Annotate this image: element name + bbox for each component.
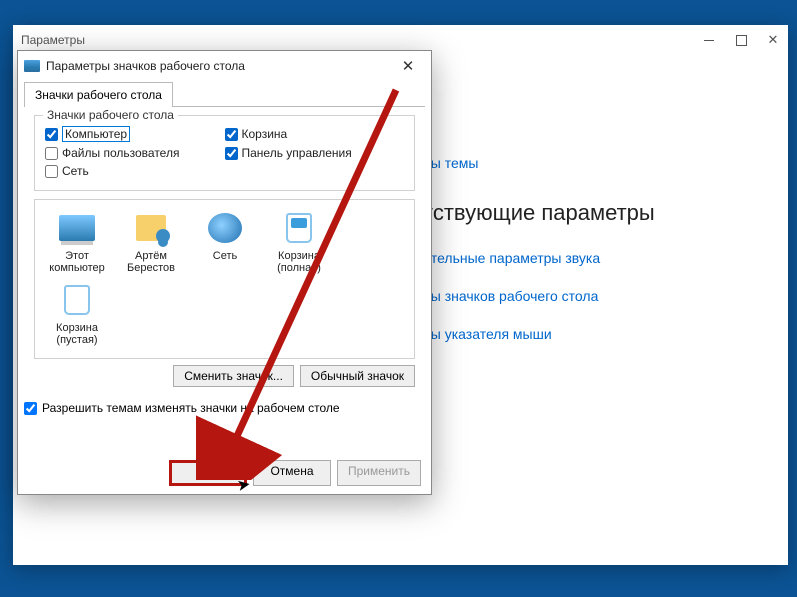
related-links: ительные параметры звука ры значков рабо… — [423, 250, 758, 342]
icon-bin-empty[interactable]: Корзина (пустая) — [41, 282, 113, 348]
mouse-pointer-settings-link[interactable]: ры указателя мыши — [423, 326, 758, 342]
tab-panel: Значки рабочего стола Компьютер Корзина … — [24, 106, 425, 393]
apply-button: Применить — [337, 460, 421, 486]
recycle-full-icon — [286, 213, 312, 243]
allow-themes-checkbox[interactable] — [24, 402, 37, 415]
icon-network[interactable]: Сеть — [189, 210, 261, 276]
icon-preview-area: Этот компьютер Артём Берестов Сеть Корзи… — [34, 199, 415, 359]
chk-userfiles-label: Файлы пользователя — [62, 146, 179, 160]
allow-themes-label: Разрешить темам изменять значки на рабоч… — [42, 401, 340, 415]
chk-network[interactable]: Сеть — [45, 162, 225, 180]
allow-themes-row[interactable]: Разрешить темам изменять значки на рабоч… — [24, 401, 431, 415]
close-icon[interactable]: ✕ — [766, 33, 780, 47]
dialog-buttons: OK Отмена Применить — [169, 460, 421, 486]
checkbox-grid: Компьютер Корзина Файлы пользователя Пан… — [45, 124, 404, 180]
parent-title: Параметры — [21, 33, 702, 47]
icon-user[interactable]: Артём Берестов — [115, 210, 187, 276]
icon-bin-full[interactable]: Корзина (полная) — [263, 210, 335, 276]
desktop-icon-settings-link[interactable]: ры значков рабочего стола — [423, 288, 758, 304]
chk-network-box[interactable] — [45, 165, 58, 178]
default-icon-button[interactable]: Обычный значок — [300, 365, 415, 387]
icon-this-pc-label: Этот компьютер — [41, 250, 113, 274]
chk-cpanel[interactable]: Панель управления — [225, 144, 405, 162]
chk-computer-box[interactable] — [45, 128, 58, 141]
sound-settings-link[interactable]: ительные параметры звука — [423, 250, 758, 266]
chk-userfiles-box[interactable] — [45, 147, 58, 160]
icon-user-label: Артём Берестов — [115, 250, 187, 274]
dialog-close-icon[interactable]: ✕ — [391, 57, 425, 75]
chk-network-label: Сеть — [62, 164, 89, 178]
dialog-title: Параметры значков рабочего стола — [46, 59, 391, 73]
icon-bin-full-label: Корзина (полная) — [263, 250, 335, 274]
chk-cpanel-box[interactable] — [225, 147, 238, 160]
user-folder-icon — [136, 215, 166, 241]
cancel-button[interactable]: Отмена — [253, 460, 331, 486]
maximize-icon[interactable] — [734, 33, 748, 47]
ok-button[interactable]: OK — [169, 460, 247, 486]
dialog-app-icon — [24, 60, 40, 72]
related-settings-heading: тствующие параметры — [423, 200, 758, 226]
desktop-icons-dialog: Параметры значков рабочего стола ✕ Значк… — [17, 50, 432, 495]
change-icon-button[interactable]: Сменить значок... — [173, 365, 294, 387]
chk-computer[interactable]: Компьютер — [45, 124, 225, 144]
chk-userfiles[interactable]: Файлы пользователя — [45, 144, 225, 162]
group-legend: Значки рабочего стола — [43, 108, 178, 122]
chk-recycle-label: Корзина — [242, 127, 288, 141]
tab-desktop-icons[interactable]: Значки рабочего стола — [24, 82, 173, 107]
chk-cpanel-label: Панель управления — [242, 146, 352, 160]
chk-computer-label: Компьютер — [62, 126, 130, 142]
chk-recycle[interactable]: Корзина — [225, 124, 405, 144]
icon-bin-empty-label: Корзина (пустая) — [41, 322, 113, 346]
icon-network-label: Сеть — [189, 250, 261, 262]
icon-this-pc[interactable]: Этот компьютер — [41, 210, 113, 276]
dialog-titlebar: Параметры значков рабочего стола ✕ — [18, 51, 431, 81]
network-icon — [208, 213, 242, 243]
pc-icon — [59, 215, 95, 241]
chk-recycle-box[interactable] — [225, 128, 238, 141]
icons-visibility-group: Значки рабочего стола Компьютер Корзина … — [34, 115, 415, 191]
tab-strip: Значки рабочего стола — [18, 81, 431, 106]
window-controls: ✕ — [702, 33, 780, 47]
icon-action-buttons: Сменить значок... Обычный значок — [34, 365, 415, 387]
minimize-icon[interactable] — [702, 33, 716, 47]
recycle-empty-icon — [64, 285, 90, 315]
